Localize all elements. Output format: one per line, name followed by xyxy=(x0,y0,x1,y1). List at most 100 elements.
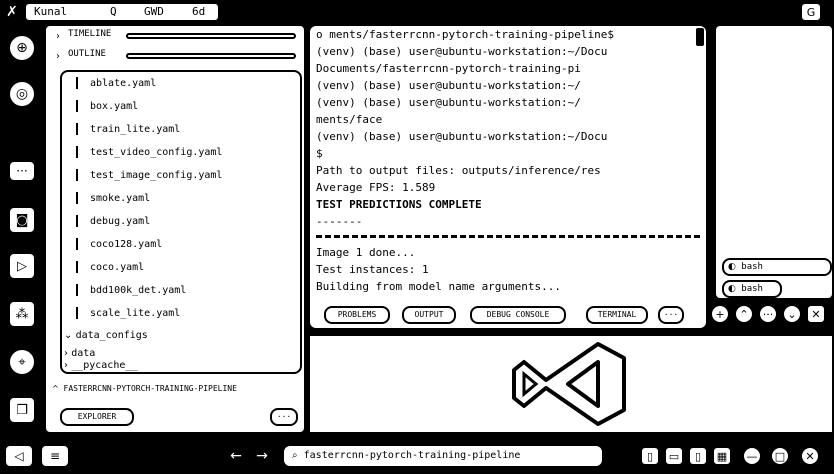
terminal-line: Image 1 done... xyxy=(316,246,416,259)
tabs-more-button[interactable]: ··· xyxy=(658,306,684,324)
terminal-line: (venv) (base) user@ubuntu-workstation:~/… xyxy=(316,130,608,143)
file-name: debug.yaml xyxy=(90,216,151,227)
terminal-icon: ◐ xyxy=(728,284,736,294)
add-terminal-icon[interactable]: + xyxy=(710,304,730,324)
menu-group: Kunal Q GWD 6d xyxy=(24,2,220,22)
copy-icon[interactable]: ❐ xyxy=(8,396,36,424)
extensions-icon[interactable]: ⁂ xyxy=(8,300,36,328)
close-window-icon[interactable]: ✕ xyxy=(800,446,820,466)
files-icon[interactable]: ⊕ xyxy=(8,34,36,62)
file-item[interactable]: debug.yaml xyxy=(76,214,288,230)
file-item[interactable]: coco128.yaml xyxy=(76,237,288,253)
terminal-line: ments/face xyxy=(316,113,383,126)
file-name: bdd100k_det.yaml xyxy=(90,285,187,296)
folder-name: __pycache__ xyxy=(71,360,138,371)
terminal-line: (venv) (base) user@ubuntu-workstation:~/ xyxy=(316,79,581,92)
split-terminal-icon[interactable]: ⌃ xyxy=(734,304,754,324)
camera-icon[interactable]: ◙ xyxy=(8,206,36,234)
terminal-icon: ◐ xyxy=(728,262,736,272)
search-text: fasterrcnn-pytorch-training-pipeline xyxy=(303,450,521,461)
explorer-sidebar: › TIMELINE › OUTLINE ablate.yaml box.yam… xyxy=(44,24,306,434)
menu-icon[interactable]: ≡ xyxy=(40,444,70,468)
search-icon: ⌕ xyxy=(292,450,298,461)
file-item[interactable]: scale_lite.yaml xyxy=(76,306,288,322)
outline-label: OUTLINE xyxy=(68,49,106,59)
chevron-right-icon: › xyxy=(56,30,60,42)
terminal-list-item[interactable]: ◐ bash xyxy=(722,258,832,276)
file-name: smoke.yaml xyxy=(90,193,151,204)
pin-icon[interactable]: ⌖ xyxy=(8,348,36,376)
tab-debug-console[interactable]: DEBUG CONSOLE xyxy=(470,306,566,324)
terminal-line: Test instances: 1 xyxy=(316,263,429,276)
menu-item-gwd[interactable]: GWD xyxy=(144,5,164,18)
run-debug-icon[interactable]: ▷ xyxy=(8,252,36,280)
file-item[interactable]: test_video_config.yaml xyxy=(76,145,288,161)
file-name: test_image_config.yaml xyxy=(90,170,223,181)
file-name: coco.yaml xyxy=(90,262,145,273)
file-item[interactable]: smoke.yaml xyxy=(76,191,288,207)
command-center-search[interactable]: ⌕ fasterrcnn-pytorch-training-pipeline xyxy=(282,444,604,468)
file-name: ablate.yaml xyxy=(90,78,157,89)
layout-secondary-icon[interactable]: ▯ xyxy=(688,446,708,466)
explorer-more-button[interactable]: ··· xyxy=(270,408,298,426)
editor-area[interactable] xyxy=(308,334,834,434)
terminal-name: bash xyxy=(741,284,763,294)
terminal-line: Building from model name arguments... xyxy=(316,280,562,293)
outline-bar xyxy=(126,53,296,59)
panel-controls: + ⌃ ··· ⌄ ✕ xyxy=(708,302,834,326)
outline-header[interactable]: › OUTLINE xyxy=(52,48,298,64)
terminal-line: ------- xyxy=(316,215,363,228)
file-name: coco128.yaml xyxy=(90,239,163,250)
file-item[interactable]: box.yaml xyxy=(76,99,288,115)
file-item[interactable]: bdd100k_det.yaml xyxy=(76,283,288,299)
timeline-label: TIMELINE xyxy=(68,29,112,39)
file-tree: ablate.yaml box.yaml train_lite.yaml tes… xyxy=(60,70,302,374)
terminal-line: Average FPS: 1.589 xyxy=(316,181,436,194)
source-control-icon[interactable]: ◎ xyxy=(8,80,36,108)
explorer-button[interactable]: EXPLORER xyxy=(60,408,134,426)
menubar: ✗ Kunal Q GWD 6d G xyxy=(0,0,834,24)
terminal-line: Path to output files: outputs/inference/… xyxy=(316,164,601,177)
terminal-line: TEST PREDICTIONS COMPLETE xyxy=(316,198,482,211)
menu-item-q[interactable]: Q xyxy=(110,5,117,18)
chevron-down-icon[interactable]: ⌄ xyxy=(782,304,802,324)
file-item[interactable]: ablate.yaml xyxy=(76,76,288,92)
file-item[interactable]: test_image_config.yaml xyxy=(76,168,288,184)
minimize-icon[interactable]: — xyxy=(742,446,762,466)
back-icon[interactable]: ← xyxy=(226,444,246,468)
file-name: train_lite.yaml xyxy=(90,124,181,135)
project-section-header[interactable]: ^ FASTERRCNN-PYTORCH-TRAINING-PIPELINE xyxy=(52,382,302,396)
tab-output[interactable]: OUTPUT xyxy=(402,306,456,324)
activity-bar: ⊕ ◎ ··· ◙ ▷ ⁂ ⌖ ❐ xyxy=(0,24,44,434)
forward-icon[interactable]: → xyxy=(252,444,272,468)
app-icon[interactable]: ✗ xyxy=(2,2,22,22)
terminal-line: $ xyxy=(316,147,323,160)
file-item[interactable]: coco.yaml xyxy=(76,260,288,276)
folder-item[interactable]: ⌄ data_configs xyxy=(64,328,288,344)
menu-item-kunal[interactable]: Kunal xyxy=(34,5,67,18)
right-panel: ◐ bash ◐ bash xyxy=(714,24,834,300)
file-name: box.yaml xyxy=(90,101,139,112)
terminal-line: o ments/fasterrcnn-pytorch-training-pipe… xyxy=(316,28,615,41)
layout-custom-icon[interactable]: ▦ xyxy=(712,446,732,466)
tab-problems[interactable]: PROBLEMS xyxy=(324,306,390,324)
terminal-list-item[interactable]: ◐ bash xyxy=(722,280,782,298)
maximize-icon[interactable]: □ xyxy=(770,446,790,466)
layout-sidebar-icon[interactable]: ▯ xyxy=(640,446,660,466)
tab-terminal[interactable]: TERMINAL xyxy=(586,306,648,324)
menu-item-6d[interactable]: 6d xyxy=(192,5,205,18)
scrollbar[interactable] xyxy=(696,28,704,46)
panel-more-icon[interactable]: ··· xyxy=(758,304,778,324)
terminal-line: Documents/fasterrcnn-pytorch-training-pi xyxy=(316,62,581,75)
layout-panel-icon[interactable]: ▭ xyxy=(664,446,684,466)
close-icon[interactable]: ✕ xyxy=(806,304,826,324)
more-icon[interactable]: ··· xyxy=(8,160,36,182)
timeline-header[interactable]: › TIMELINE xyxy=(52,28,298,44)
remote-icon[interactable]: ◁ xyxy=(4,444,34,468)
account-icon[interactable]: G xyxy=(800,2,822,22)
terminal-name: bash xyxy=(741,262,763,272)
folder-item[interactable]: › __pycache__ xyxy=(64,358,292,374)
file-item[interactable]: train_lite.yaml xyxy=(76,122,288,138)
terminal-panel[interactable]: o ments/fasterrcnn-pytorch-training-pipe… xyxy=(308,24,708,330)
file-name: test_video_config.yaml xyxy=(90,147,223,158)
